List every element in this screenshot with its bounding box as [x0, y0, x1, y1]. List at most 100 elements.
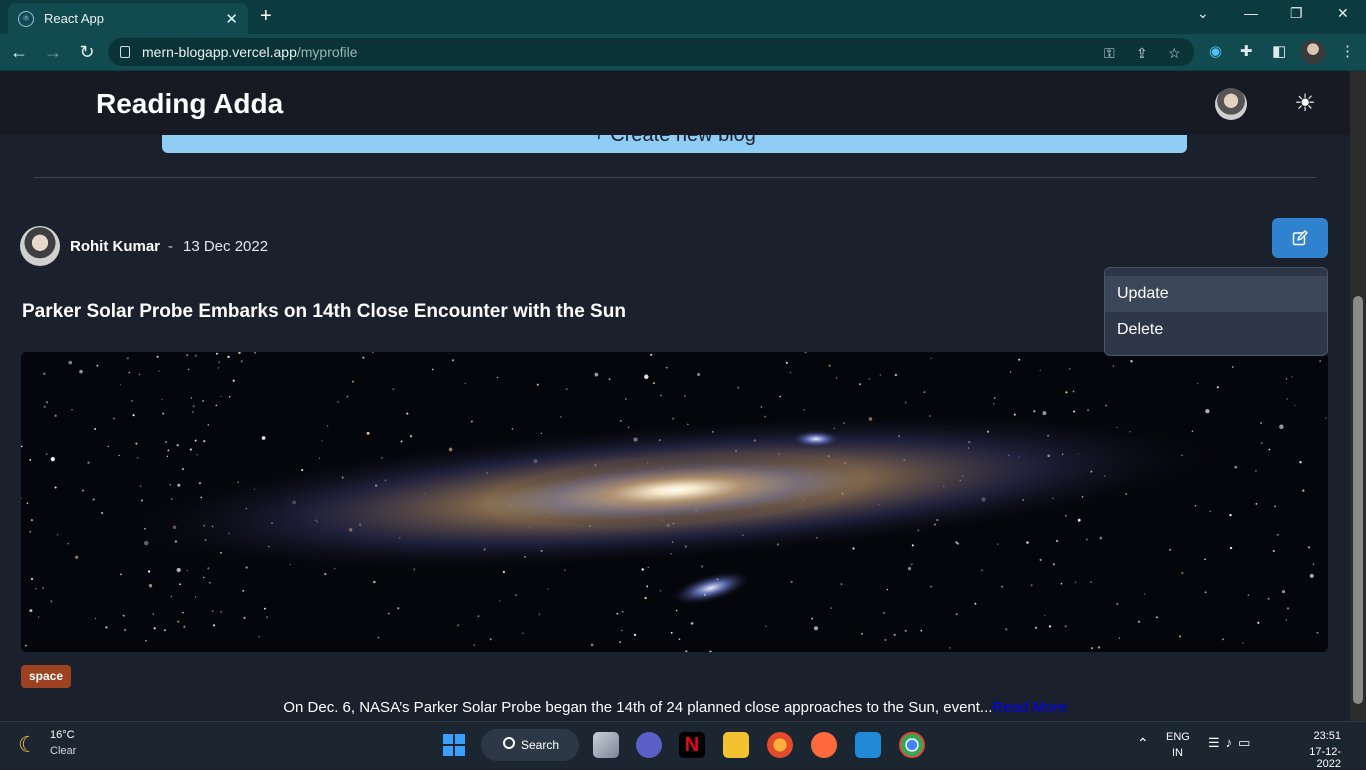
teams-chat-icon[interactable] — [636, 732, 662, 758]
star-dot — [211, 610, 214, 612]
wifi-volume-battery-icons[interactable]: ☰♪▭ — [1208, 735, 1256, 751]
star-dot — [26, 502, 29, 505]
star-dot — [904, 629, 907, 632]
close-window-icon[interactable]: ✕ — [1337, 5, 1349, 22]
reload-icon[interactable]: ↻ — [72, 37, 102, 67]
brand-title[interactable]: Reading Adda — [96, 88, 283, 120]
key-icon[interactable]: ⚿ — [1104, 45, 1115, 62]
menu-item-delete[interactable]: Delete — [1105, 312, 1327, 348]
minimize-icon[interactable]: — — [1244, 5, 1258, 21]
vscode-icon[interactable] — [855, 732, 881, 758]
star-dot — [1221, 638, 1225, 641]
weather-condition[interactable]: Clear — [50, 745, 76, 757]
star-dot — [619, 641, 622, 643]
browser-menu-icon[interactable]: ⋮ — [1340, 42, 1355, 60]
chrome-icon[interactable] — [899, 732, 925, 758]
firefox-icon[interactable] — [767, 732, 793, 758]
close-tab-icon[interactable]: ✕ — [225, 10, 238, 28]
star-dot — [158, 370, 160, 372]
search-label: Search — [521, 738, 560, 752]
clock-time[interactable]: 23:51 — [1291, 730, 1341, 742]
star-dot — [101, 511, 104, 515]
share-icon[interactable]: ⇪ — [1136, 45, 1148, 62]
hidden-icons-chevron-icon[interactable]: ⌃ — [1137, 735, 1149, 752]
star-dot — [176, 444, 179, 447]
browser-profile-avatar[interactable] — [1301, 40, 1325, 64]
star-dot — [993, 403, 995, 405]
bookmark-star-icon[interactable]: ☆ — [1168, 45, 1181, 62]
star-dot — [1039, 558, 1042, 561]
post-title[interactable]: Parker Solar Probe Embarks on 14th Close… — [22, 301, 626, 323]
postman-icon[interactable] — [811, 732, 837, 758]
taskbar-search-button[interactable]: Search — [481, 729, 579, 761]
extensions-puzzle-icon[interactable]: ✚ — [1240, 42, 1253, 60]
star-dot — [633, 633, 637, 637]
star-dot — [1277, 534, 1279, 536]
menu-item-update[interactable]: Update — [1105, 276, 1327, 312]
star-dot — [258, 635, 260, 638]
new-tab-button[interactable]: + — [260, 5, 272, 27]
star-dot — [123, 628, 127, 632]
star-dot — [1034, 626, 1038, 629]
star-dot — [29, 609, 33, 613]
star-dot — [194, 354, 197, 357]
star-dot — [502, 570, 505, 573]
sun-theme-toggle-icon[interactable]: ☀ — [1291, 90, 1319, 118]
star-dot — [949, 647, 951, 649]
restore-icon[interactable]: ❐ — [1290, 5, 1303, 22]
scrollbar-thumb[interactable] — [1353, 296, 1363, 704]
forward-arrow-icon[interactable]: → — [38, 37, 68, 67]
back-arrow-icon[interactable]: ← — [4, 37, 34, 67]
star-dot — [1229, 546, 1233, 550]
tab-search-icon[interactable]: ⌄ — [1197, 5, 1209, 22]
extension-lens-icon[interactable]: ◉ — [1209, 42, 1222, 60]
language-indicator[interactable]: ENG — [1166, 731, 1190, 743]
star-dot — [105, 626, 108, 629]
star-dot — [1033, 410, 1036, 413]
star-dot — [957, 542, 959, 545]
star-dot — [1294, 404, 1296, 406]
star-dot — [930, 585, 932, 588]
task-view-icon[interactable] — [593, 732, 619, 758]
side-panel-icon[interactable]: ◧ — [1272, 42, 1286, 60]
star-dot — [79, 369, 83, 374]
star-dot — [997, 543, 999, 545]
clock-date[interactable]: 17-12-2022 — [1286, 746, 1341, 770]
star-dot — [1048, 625, 1052, 628]
netflix-icon[interactable]: N — [679, 732, 705, 758]
browser-tab[interactable]: ⚛ React App ✕ — [8, 3, 248, 34]
address-bar[interactable]: mern-blogapp.vercel.app/myprofile ⚿ ⇪ ☆ — [108, 38, 1194, 66]
star-dot — [43, 405, 46, 408]
star-dot — [1077, 518, 1081, 522]
star-dot — [243, 616, 246, 620]
star-dot — [170, 595, 173, 598]
weather-temperature[interactable]: 16°C — [50, 729, 75, 741]
star-dot — [1099, 536, 1103, 540]
star-dot — [1090, 581, 1092, 583]
star-dot — [489, 638, 492, 641]
star-dot — [147, 570, 151, 573]
start-windows-icon[interactable] — [443, 734, 465, 756]
star-dot — [41, 586, 44, 589]
star-dot — [464, 382, 467, 385]
star-dot — [1181, 571, 1184, 575]
tag-badge[interactable]: space — [21, 665, 72, 688]
read-more-link[interactable]: Read More — [992, 699, 1066, 716]
post-cover-image — [21, 352, 1328, 652]
language-region[interactable]: IN — [1172, 747, 1183, 759]
star-dot — [87, 461, 90, 464]
star-dot — [1260, 442, 1263, 445]
star-dot — [194, 439, 197, 442]
star-dot — [38, 616, 40, 618]
file-explorer-icon[interactable] — [723, 732, 749, 758]
star-dot — [894, 373, 898, 377]
star-dot — [1242, 642, 1244, 644]
star-dot — [840, 583, 843, 585]
star-dot — [228, 396, 231, 398]
edit-post-button[interactable] — [1272, 218, 1328, 258]
star-dot — [1272, 549, 1275, 553]
moon-weather-icon[interactable]: ☾ — [18, 732, 38, 758]
star-dot — [215, 404, 218, 407]
user-avatar[interactable] — [1215, 88, 1247, 120]
star-dot — [181, 468, 184, 471]
